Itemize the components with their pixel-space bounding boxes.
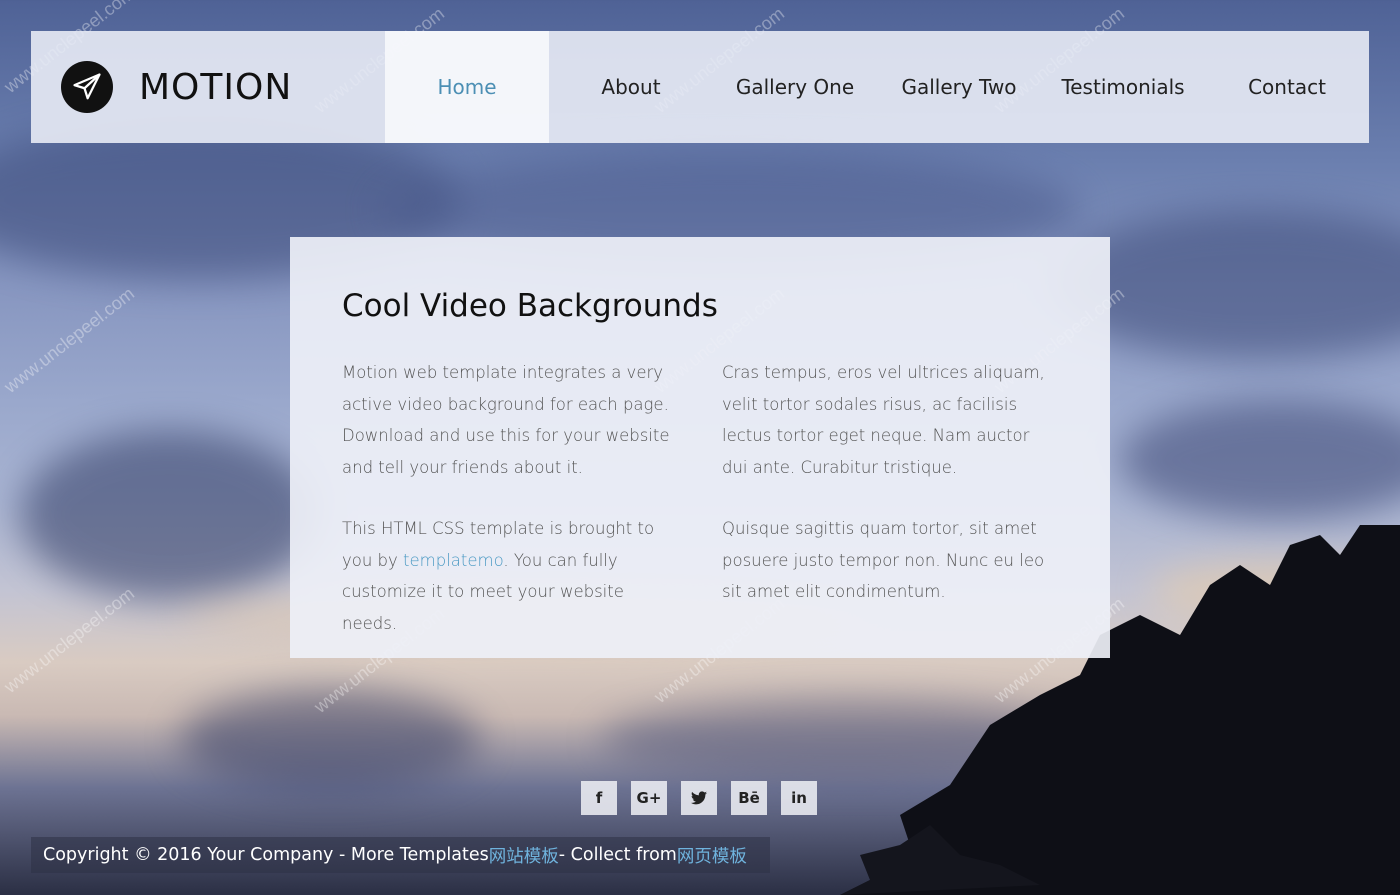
watermark: www.unclepeel.com (0, 583, 139, 697)
brand[interactable]: MOTION (31, 31, 385, 143)
facebook-icon[interactable]: f (581, 781, 617, 815)
left-paragraph-2: This HTML CSS template is brought to you… (342, 513, 678, 639)
footer-link-collect[interactable]: 网页模板 (677, 843, 747, 868)
page-title: Cool Video Backgrounds (342, 288, 718, 324)
nav-item-contact[interactable]: Contact (1205, 31, 1369, 143)
nav-item-gallery-two[interactable]: Gallery Two (877, 31, 1041, 143)
footer-link-templates[interactable]: 网站模板 (489, 843, 559, 868)
social-links: f G+ Bē in (581, 781, 831, 815)
nav-item-gallery-one[interactable]: Gallery One (713, 31, 877, 143)
watermark: www.unclepeel.com (0, 283, 139, 397)
right-paragraph-2: Quisque sagittis quam tortor, sit amet p… (722, 519, 1045, 601)
main-nav: Home About Gallery One Gallery Two Testi… (385, 31, 1369, 143)
templatemo-link[interactable]: templatemo (403, 551, 503, 570)
google-plus-icon[interactable]: G+ (631, 781, 667, 815)
footer: Copyright © 2016 Your Company - More Tem… (31, 837, 770, 873)
linkedin-label: in (791, 789, 807, 807)
behance-label: Bē (738, 789, 760, 807)
twitter-bird-icon (691, 791, 707, 805)
linkedin-icon[interactable]: in (781, 781, 817, 815)
footer-collect-text: - Collect from (558, 845, 677, 865)
nav-item-about[interactable]: About (549, 31, 713, 143)
site-header: MOTION Home About Gallery One Gallery Tw… (31, 31, 1369, 143)
content-panel: Cool Video Backgrounds Motion web templa… (290, 237, 1110, 658)
brand-name: MOTION (139, 66, 293, 108)
left-paragraph-1: Motion web template integrates a very ac… (342, 363, 670, 477)
nav-item-home[interactable]: Home (385, 31, 549, 143)
behance-icon[interactable]: Bē (731, 781, 767, 815)
twitter-icon[interactable] (681, 781, 717, 815)
google-plus-label: G+ (636, 789, 662, 807)
left-column: Motion web template integrates a very ac… (342, 357, 678, 669)
right-column: Cras tempus, eros vel ultrices aliquam, … (722, 357, 1058, 669)
footer-copyright: Copyright © 2016 Your Company - More Tem… (43, 845, 489, 865)
facebook-label: f (595, 789, 603, 807)
nav-item-testimonials[interactable]: Testimonials (1041, 31, 1205, 143)
right-paragraph-1: Cras tempus, eros vel ultrices aliquam, … (722, 363, 1045, 477)
content-columns: Motion web template integrates a very ac… (342, 357, 1058, 669)
paper-plane-icon (61, 61, 113, 113)
